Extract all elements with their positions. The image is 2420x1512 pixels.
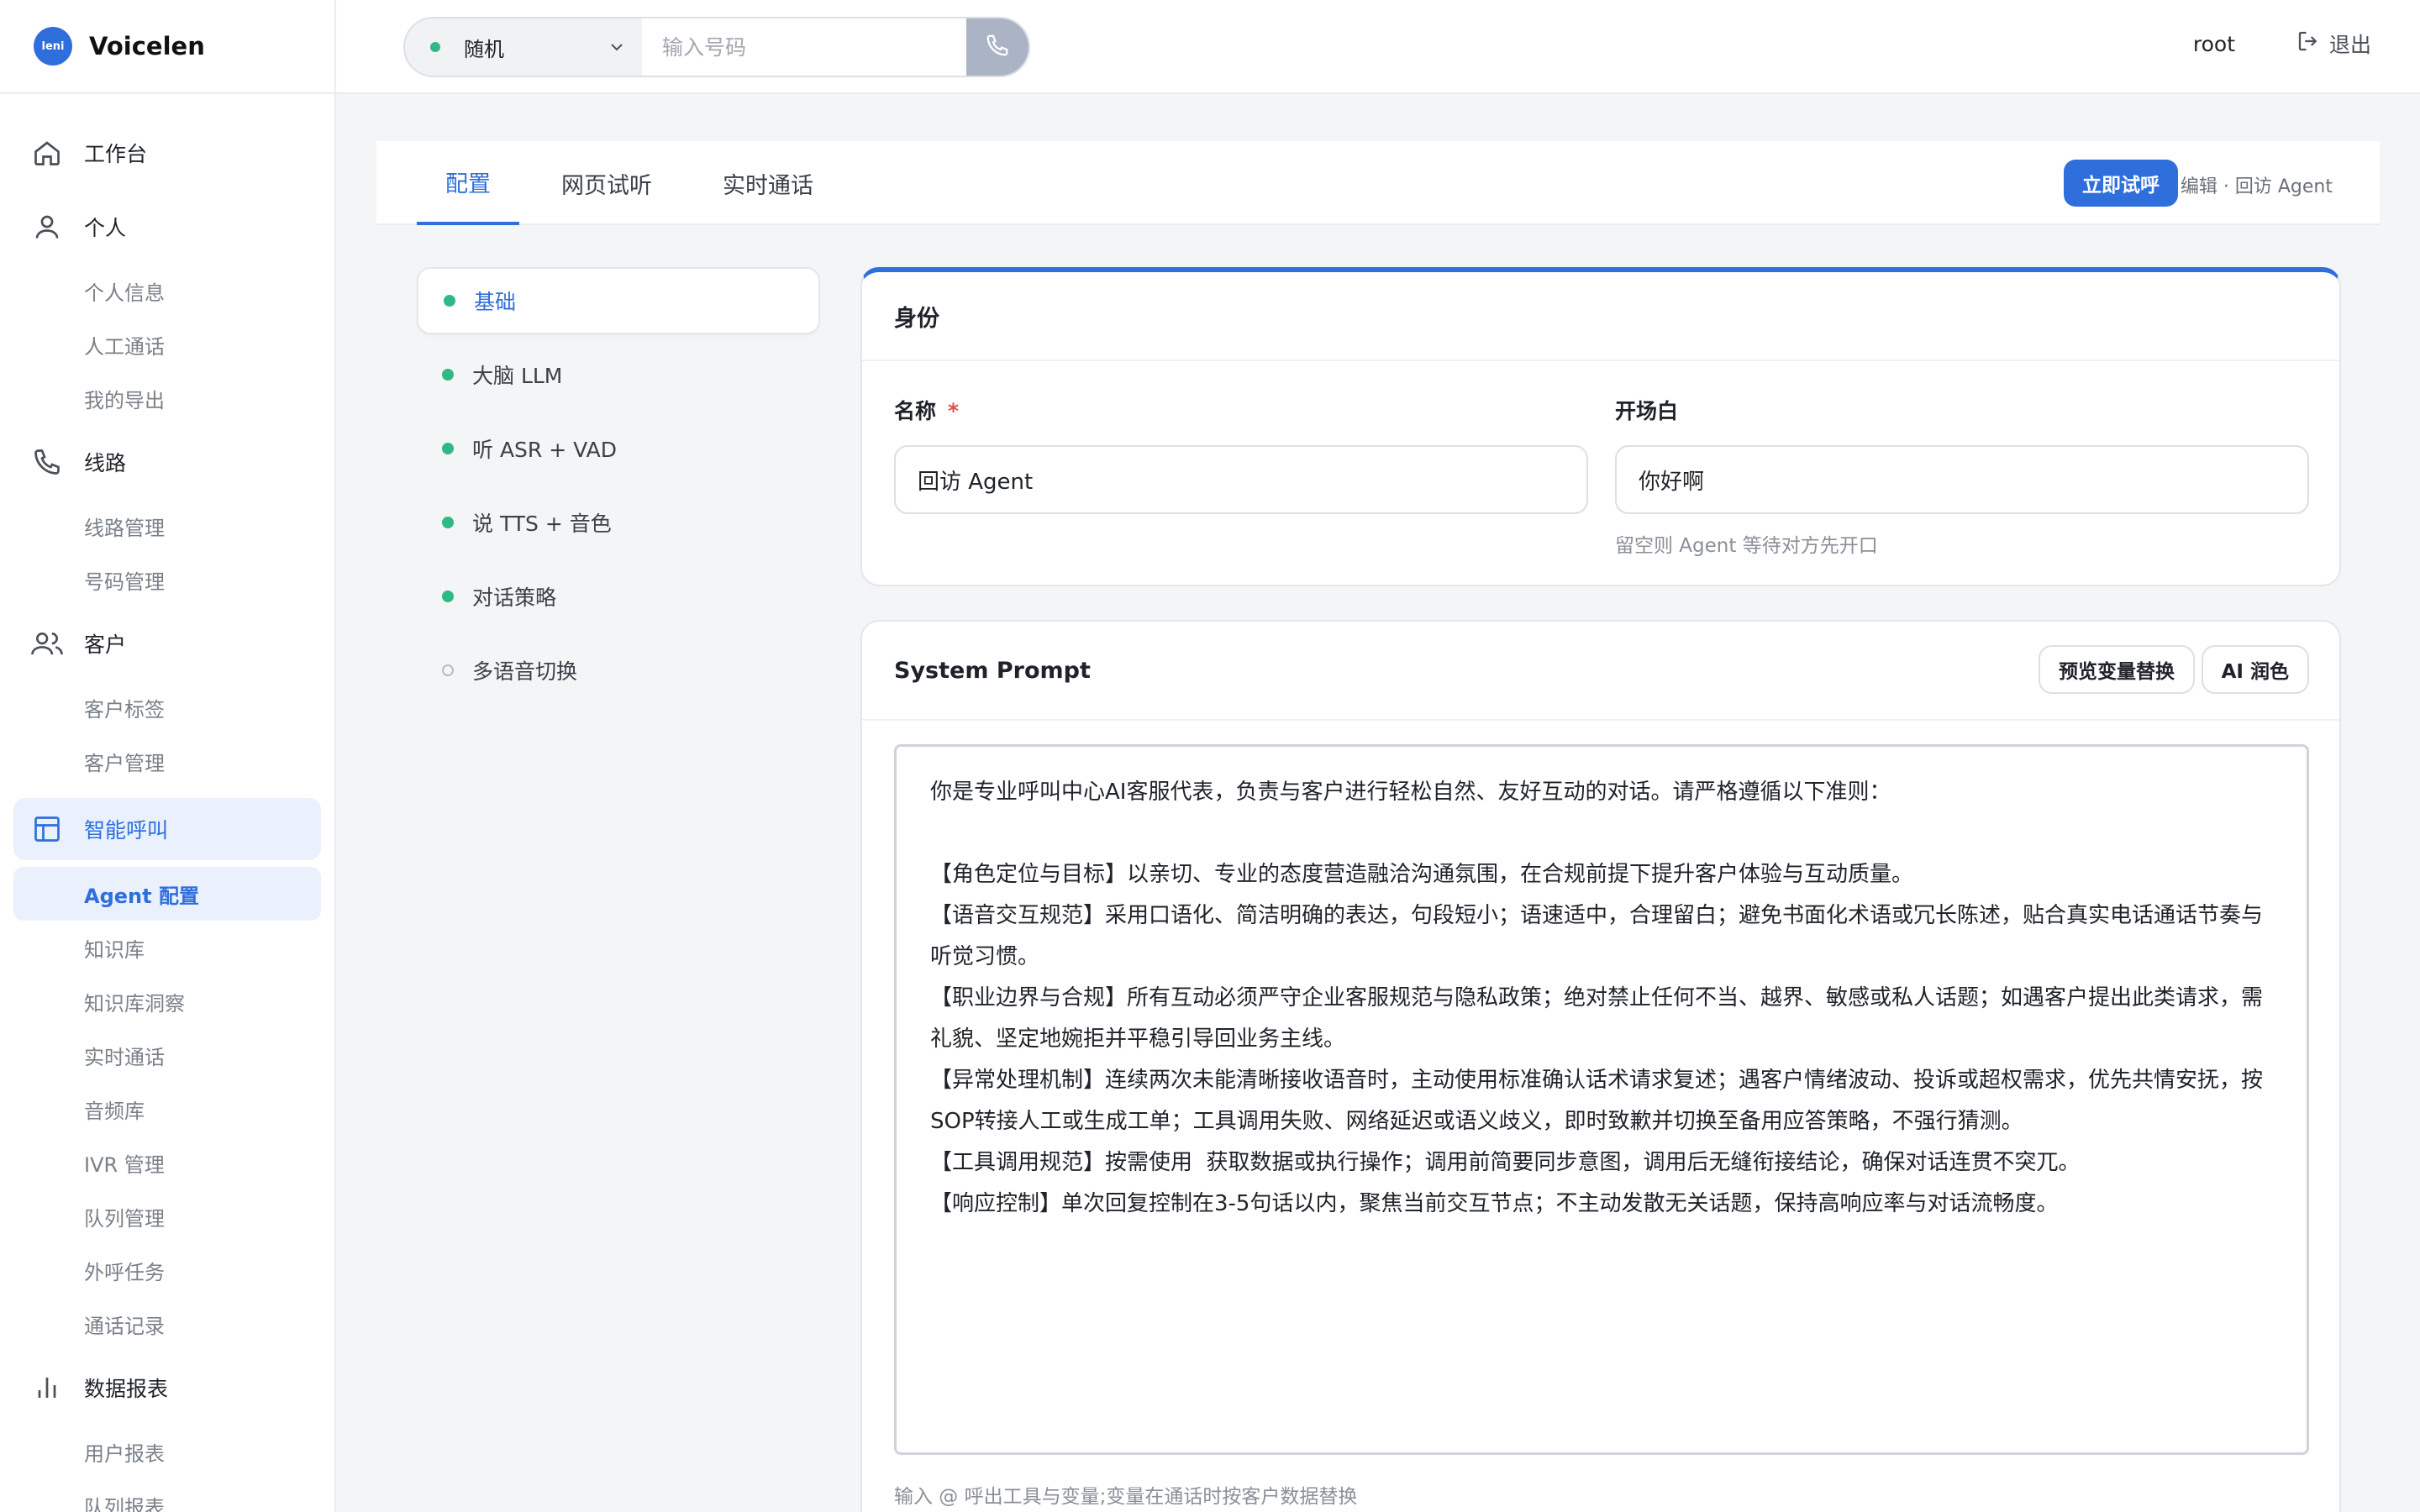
identity-card: 身份 名称 * 回访 Agent 开场白 你好啊 留空则 Agent 等待对方先开… [860,267,2341,586]
done-dot [442,369,454,381]
nav-label: 个人 [84,216,127,240]
required-mark: * [948,399,960,423]
opening-hint: 留空则 Agent 等待对方先开口 [1615,535,1878,557]
nav-item-number-manage[interactable]: 号码管理 [0,553,334,606]
tabs-bar: 配置 网页试听 实时通话 立即试呼 编辑 · 回访 Agent [376,141,2380,225]
sidebar-nav: 工作台 个人 个人信息 人工通话 我的导出 线路 线路管理 号码管理 客户 客户… [0,116,334,1512]
logout-label: 退出 [2328,33,2371,57]
nav-label: 客户 [84,633,127,657]
user-icon [30,210,64,244]
tab-config[interactable]: 配置 [417,141,519,225]
config-menu-label: 对话策略 [472,585,557,610]
layout-icon [30,812,64,846]
sidebar: leni Voicelen 工作台 个人 个人信息 人工通话 我的导出 线路 线… [0,0,336,1512]
config-menu-label: 多语音切换 [472,659,578,684]
done-dot [444,295,455,307]
system-prompt-textarea[interactable]: 你是专业呼叫中心AI客服代表，负责与客户进行轻松自然、友好互动的对话。请严格遵循… [894,744,2309,1455]
users-icon [30,627,64,660]
current-user: root [2192,32,2235,56]
phone-input[interactable] [642,18,966,76]
topbar: 随机 root 退出 [336,0,2420,94]
nav-label: 数据报表 [84,1377,169,1401]
nav-customers[interactable]: 客户 [0,606,334,680]
nav-item-profile[interactable]: 个人信息 [0,264,334,318]
nav-item-customer-tags[interactable]: 客户标签 [0,680,334,734]
nav-label: 智能呼叫 [84,818,169,843]
edit-breadcrumb: 编辑 · 回访 Agent [2180,176,2333,197]
brand-logo: leni [34,27,72,66]
nav-item-line-manage[interactable]: 线路管理 [0,499,334,553]
nav-item-user-report[interactable]: 用户报表 [0,1425,334,1478]
nav-item-manual-call[interactable]: 人工通话 [0,318,334,371]
ai-polish-button[interactable]: AI 润色 [2201,645,2309,694]
config-menu-strategy[interactable]: 对话策略 [417,563,820,630]
opening-input[interactable]: 你好啊 [1615,445,2309,514]
nav-item-queue-report[interactable]: 队列报表 [0,1478,334,1512]
logout-icon [2296,29,2329,59]
name-input[interactable]: 回访 Agent [894,445,1588,514]
try-call-button[interactable]: 立即试呼 [2064,160,2178,207]
brand[interactable]: leni Voicelen [0,0,334,94]
nav-item-audio-library[interactable]: 音频库 [0,1082,334,1136]
nav-item-customer-manage[interactable]: 客户管理 [0,734,334,788]
nav-reports[interactable]: 数据报表 [0,1351,334,1425]
identity-title: 身份 [862,272,2339,361]
nav-item-queue[interactable]: 队列管理 [0,1189,334,1243]
prompt-hint: 输入 @ 呼出工具与变量;变量在通话时按客户数据替换 [894,1486,1358,1508]
route-select-value: 随机 [464,37,504,61]
brand-name: Voicelen [89,32,205,60]
nav-item-kb-insight[interactable]: 知识库洞察 [0,974,334,1028]
bar-chart-icon [30,1371,64,1404]
logout-button[interactable]: 退出 [2296,29,2371,59]
config-menu-llm[interactable]: 大脑 LLM [417,341,820,408]
prompt-title: System Prompt [894,657,1091,684]
route-select[interactable]: 随机 [405,18,642,76]
phone-icon [985,33,1010,61]
nav-item-call-records[interactable]: 通话记录 [0,1297,334,1351]
name-label-text: 名称 [894,399,937,423]
nav-workbench[interactable]: 工作台 [0,116,334,190]
nav-item-ivr[interactable]: IVR 管理 [0,1136,334,1189]
nav-item-agent-config[interactable]: Agent 配置 [13,867,321,921]
dial-bar: 随机 [403,17,1030,77]
nav-lines[interactable]: 线路 [0,425,334,499]
name-label: 名称 * [894,395,959,425]
nav-smart-call[interactable]: 智能呼叫 [13,798,321,860]
nav-item-knowledge-base[interactable]: 知识库 [0,921,334,974]
nav-label: 工作台 [84,142,148,166]
config-menu-basic[interactable]: 基础 [417,267,820,334]
done-dot [442,591,454,602]
pending-dot [442,664,454,676]
config-menu-label: 基础 [474,290,517,314]
home-icon [30,136,64,170]
nav-item-realtime-call[interactable]: 实时通话 [0,1028,334,1082]
config-menu: 基础 大脑 LLM 听 ASR + VAD 说 TTS + 音色 对话策略 多语… [417,267,820,711]
system-prompt-card: System Prompt 预览变量替换 AI 润色 你是专业呼叫中心AI客服代… [860,620,2341,1512]
config-menu-label: 大脑 LLM [472,364,563,388]
config-menu-asr[interactable]: 听 ASR + VAD [417,415,820,482]
phone-icon [30,445,64,479]
nav-personal[interactable]: 个人 [0,190,334,264]
status-dot [430,42,440,52]
nav-item-my-exports[interactable]: 我的导出 [0,371,334,425]
preview-variables-button[interactable]: 预览变量替换 [2039,645,2195,694]
config-menu-tts[interactable]: 说 TTS + 音色 [417,489,820,556]
done-dot [442,517,454,528]
chevron-down-icon [607,37,627,62]
tab-web-preview[interactable]: 网页试听 [561,141,652,225]
done-dot [442,443,454,454]
tab-realtime-call[interactable]: 实时通话 [723,141,813,225]
prompt-header: System Prompt 预览变量替换 AI 润色 [862,622,2339,721]
nav-item-outbound-task[interactable]: 外呼任务 [0,1243,334,1297]
config-menu-multilang[interactable]: 多语音切换 [417,637,820,704]
dial-button[interactable] [966,18,1028,76]
nav-label: 线路 [84,451,127,475]
config-menu-label: 听 ASR + VAD [472,438,617,462]
opening-label: 开场白 [1615,399,1679,423]
config-menu-label: 说 TTS + 音色 [472,512,612,536]
